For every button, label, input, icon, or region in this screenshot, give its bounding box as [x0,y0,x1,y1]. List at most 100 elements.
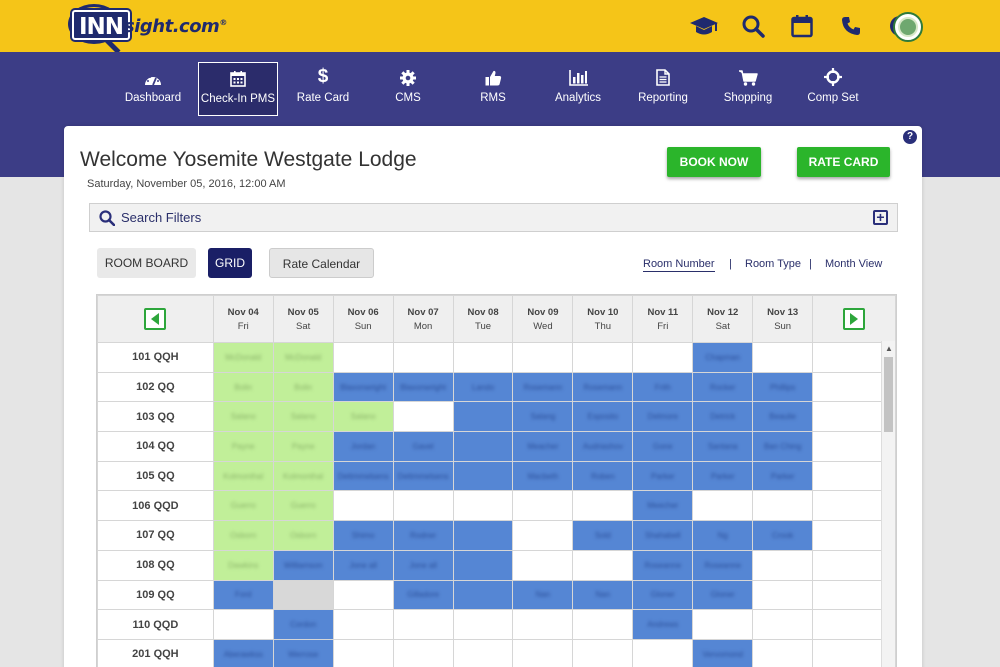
vacant-cell[interactable] [512,638,574,667]
reservation-cell[interactable]: Esposito [572,401,634,433]
vacant-cell[interactable] [572,490,634,522]
reservation-cell[interactable]: Sold [572,520,634,551]
next-dates-button[interactable] [843,308,866,330]
reservation-cell[interactable]: Phillips [752,371,814,403]
reservation-cell[interactable]: Frith [632,371,694,403]
reservation-cell[interactable]: Blaxonwright [392,371,454,403]
reservation-cell[interactable]: Shimo [332,520,394,551]
reservation-cell[interactable] [452,460,514,492]
reservation-cell[interactable]: Jone all [392,549,454,581]
reservation-cell[interactable]: Salano [212,401,274,433]
vacant-cell[interactable] [332,342,394,373]
vacant-cell[interactable] [332,579,394,611]
phone-icon[interactable] [826,10,875,42]
rate-calendar-button[interactable]: Rate Calendar [269,248,374,278]
blocked-cell[interactable] [272,579,334,611]
vacant-cell[interactable] [572,609,634,640]
vacant-cell[interactable] [512,609,574,640]
reservation-cell[interactable]: Roben [572,460,634,492]
reservation-cell[interactable]: Guerro [212,490,274,522]
reservation-cell[interactable] [452,579,514,611]
reservation-cell[interactable]: Salang [512,401,574,433]
reservation-cell[interactable]: Rosemann [512,371,574,403]
reservation-cell[interactable]: Dawkins [212,549,274,581]
reservation-cell[interactable]: Guerro [272,490,334,522]
reservation-cell[interactable]: Parker [632,460,694,492]
vacant-cell[interactable] [512,342,574,373]
reservation-cell[interactable]: Lando [452,371,514,403]
reservation-cell[interactable]: Parker [692,460,754,492]
reservation-cell[interactable] [452,401,514,433]
vacant-cell[interactable] [452,609,514,640]
reservation-cell[interactable]: Ng [692,520,754,551]
scroll-up-icon[interactable]: ▲ [885,344,893,353]
vacant-cell[interactable] [392,342,454,373]
nav-item-cms[interactable]: CMS [368,62,448,116]
reservation-cell[interactable]: Jordan [332,431,394,462]
vacant-cell[interactable] [572,342,634,373]
vacant-cell[interactable] [632,342,694,373]
calendar-icon[interactable] [777,10,826,42]
search-filters-bar[interactable]: Search Filters + [89,203,898,232]
vacant-cell[interactable] [392,609,454,640]
nav-item-rms[interactable]: RMS [453,62,533,116]
reservation-cell[interactable]: Williamson [272,549,334,581]
reservation-cell[interactable]: Parker [752,460,814,492]
vacant-cell[interactable] [752,579,814,611]
room-board-button[interactable]: ROOM BOARD [97,248,196,278]
reservation-cell[interactable]: Aberawkss [212,638,274,667]
reservation-cell[interactable]: Rosemann [572,371,634,403]
nav-item-check-in-pms[interactable]: Check-In PMS [198,62,278,116]
reservation-cell[interactable]: Delmore [632,401,694,433]
vacant-cell[interactable] [752,490,814,522]
reservation-cell[interactable]: Bolin [272,371,334,403]
rate-card-button[interactable]: RATE CARD [797,147,890,177]
reservation-cell[interactable]: Blaxonwright [332,371,394,403]
reservation-cell[interactable]: Gavel [392,431,454,462]
room-type-link[interactable]: Room Type [745,258,801,270]
vacant-cell[interactable] [572,549,634,581]
reservation-cell[interactable]: Gloner [632,579,694,611]
scroll-thumb[interactable] [884,357,893,432]
vacant-cell[interactable] [692,490,754,522]
reservation-cell[interactable]: Andrews [632,609,694,640]
reservation-cell[interactable] [452,431,514,462]
graduation-cap-icon[interactable] [679,10,728,42]
nav-item-comp-set[interactable]: Comp Set [793,62,873,116]
reservation-cell[interactable]: Chapman [692,342,754,373]
reservation-cell[interactable]: Detrick [692,401,754,433]
vacant-cell[interactable] [212,609,274,640]
reservation-cell[interactable]: Jone all [332,549,394,581]
grid-scrollbar[interactable]: ▲ [881,341,895,667]
reservation-cell[interactable]: Payne [272,431,334,462]
reservation-cell[interactable]: Meecher [632,490,694,522]
nav-item-reporting[interactable]: Reporting [623,62,703,116]
innsight-logo[interactable]: INN sight.com® [66,4,227,54]
nav-item-rate-card[interactable]: $ Rate Card [283,62,363,116]
reservation-cell[interactable]: Crook [752,520,814,551]
reservation-cell[interactable]: Gone [632,431,694,462]
vacant-cell[interactable] [512,549,574,581]
reservation-cell[interactable]: McDonald [272,342,334,373]
month-view-link[interactable]: Month View [825,258,882,270]
nav-item-analytics[interactable]: Analytics [538,62,618,116]
vacant-cell[interactable] [512,490,574,522]
vacant-cell[interactable] [392,401,454,433]
reservation-cell[interactable]: Dettmmelsens [392,460,454,492]
reservation-cell[interactable]: Osborn [212,520,274,551]
reservation-cell[interactable]: Rodner [392,520,454,551]
reservation-cell[interactable]: Payne [212,431,274,462]
reservation-cell[interactable]: Shahabell [632,520,694,551]
reservation-cell[interactable]: Gloner [692,579,754,611]
room-number-link[interactable]: Room Number [643,258,715,272]
reservation-cell[interactable]: Nan [572,579,634,611]
vacant-cell[interactable] [752,342,814,373]
reservation-cell[interactable]: Rocker [692,371,754,403]
reservation-cell[interactable]: Nan [512,579,574,611]
reservation-cell[interactable]: Roseanne [632,549,694,581]
book-now-button[interactable]: BOOK NOW [667,147,761,177]
vacant-cell[interactable] [572,638,634,667]
vacant-cell[interactable] [752,549,814,581]
reservation-cell[interactable]: Osborn [272,520,334,551]
reservation-cell[interactable]: Ban Ching [752,431,814,462]
